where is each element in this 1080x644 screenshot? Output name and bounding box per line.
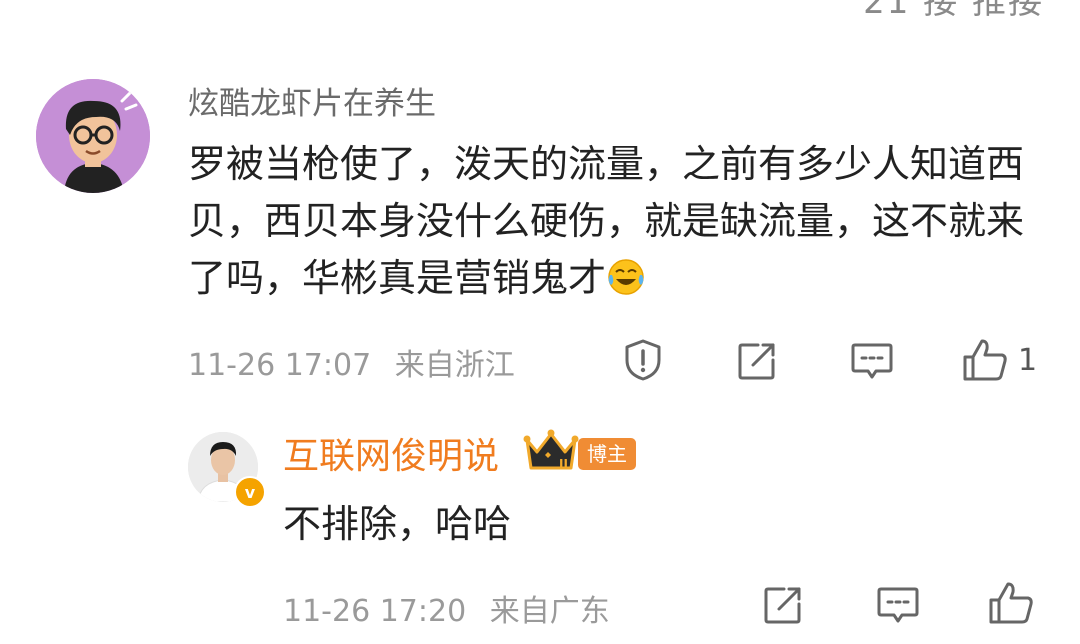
share-icon	[764, 587, 801, 624]
like-icon	[989, 582, 1033, 624]
comment-icon	[877, 587, 919, 623]
like-count: 1	[1018, 342, 1038, 378]
comment-timestamp: 11-26 17:07	[188, 348, 372, 383]
comment-button[interactable]	[850, 340, 894, 382]
share-button[interactable]	[736, 340, 778, 382]
comment-location: 来自浙江	[394, 348, 515, 383]
comment-icon	[851, 343, 893, 379]
report-button[interactable]	[622, 338, 664, 382]
reply-text: 不排除，哈哈	[283, 502, 512, 546]
comment-text: 罗被当枪使了，泼天的流量，之前有多少人知道西贝，西贝本身没什么硬伤，就是缺流量，…	[188, 136, 1050, 313]
reply-meta: 11-26 17:20 来自广东	[283, 586, 610, 630]
share-icon	[738, 343, 775, 380]
reply-like-button[interactable]	[988, 580, 1034, 626]
reply-location: 来自广东	[489, 594, 610, 629]
comment-meta: 11-26 17:07 来自浙江	[188, 340, 515, 384]
reply-username[interactable]: 互联网俊明说	[283, 427, 499, 479]
crown-level-text: II	[559, 457, 568, 471]
crown-level-icon: II	[523, 428, 579, 478]
cartoon-avatar-image	[36, 79, 150, 193]
laugh-cry-emoji-icon	[606, 256, 646, 313]
reply-comment-button[interactable]	[876, 584, 920, 626]
blogger-badge: 博主	[578, 438, 636, 470]
previous-comment-fragment: 21 接 推接	[863, 0, 1044, 22]
reply-share-button[interactable]	[762, 584, 804, 626]
like-icon	[963, 339, 1007, 381]
reply-timestamp: 11-26 17:20	[283, 594, 467, 629]
avatar[interactable]	[36, 79, 150, 193]
report-icon	[625, 339, 661, 381]
like-button[interactable]: 1	[962, 337, 1037, 383]
verified-badge-icon: v	[234, 476, 266, 508]
comment-username[interactable]: 炫酷龙虾片在养生	[188, 78, 436, 123]
reply-avatar[interactable]: v	[188, 432, 266, 508]
